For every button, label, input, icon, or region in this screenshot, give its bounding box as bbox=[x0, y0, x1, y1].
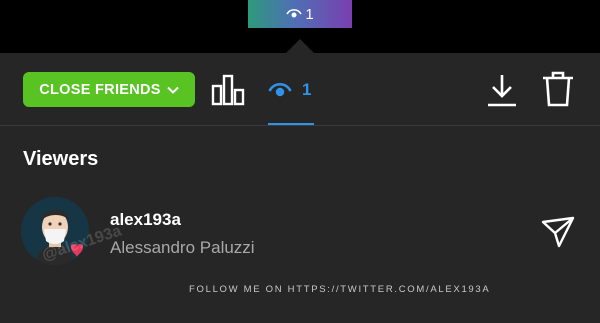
close-friends-button[interactable]: CLOSE FRIENDS bbox=[23, 72, 195, 107]
send-icon[interactable] bbox=[540, 214, 576, 250]
active-tab-indicator bbox=[268, 123, 314, 125]
trash-icon[interactable] bbox=[541, 70, 575, 108]
thumbnail-pointer bbox=[286, 39, 314, 53]
story-thumbnail[interactable]: 1 bbox=[248, 0, 352, 28]
views-tab[interactable]: 1 bbox=[268, 72, 314, 108]
chevron-down-icon bbox=[167, 86, 179, 94]
viewer-username[interactable]: alex193a bbox=[110, 210, 181, 230]
viewer-row[interactable]: alex193a Alessandro Paluzzi bbox=[0, 190, 600, 270]
eye-icon bbox=[268, 81, 292, 99]
viewers-title: Viewers bbox=[23, 148, 99, 170]
views-count: 1 bbox=[302, 80, 312, 99]
download-icon[interactable] bbox=[485, 72, 519, 108]
toolbar: CLOSE FRIENDS 1 bbox=[0, 53, 600, 126]
eye-icon bbox=[286, 8, 303, 20]
insights-icon[interactable] bbox=[210, 72, 246, 108]
close-friends-label: CLOSE FRIENDS bbox=[39, 81, 161, 98]
thumbnail-view-count: 1 bbox=[305, 5, 314, 23]
viewer-full-name: Alessandro Paluzzi bbox=[110, 238, 255, 257]
footer-note: FOLLOW ME ON HTTPS://TWITTER.COM/ALEX193… bbox=[189, 284, 491, 295]
